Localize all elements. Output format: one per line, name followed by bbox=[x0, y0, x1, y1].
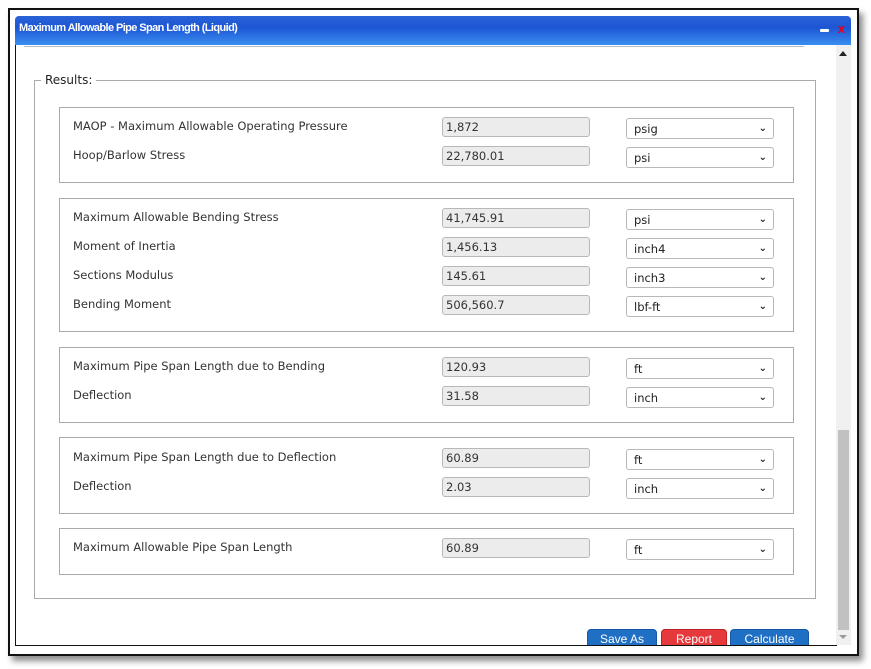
result-group-span-bending: Maximum Pipe Span Length due to Bending … bbox=[59, 347, 794, 423]
max-span-unit-select[interactable]: ft ⌄ bbox=[626, 539, 774, 560]
scrollbar-thumb[interactable] bbox=[838, 430, 849, 630]
selected-unit: lbf-ft bbox=[634, 300, 661, 314]
bending-stress-unit-select[interactable]: psi ⌄ bbox=[626, 209, 774, 230]
chevron-down-icon: ⌄ bbox=[758, 152, 767, 163]
scroll-down-icon[interactable] bbox=[839, 635, 847, 639]
result-row-hoop-stress: Hoop/Barlow Stress 22,780.01 psi ⌄ bbox=[60, 146, 793, 170]
bending-moment-value-field[interactable]: 506,560.7 bbox=[442, 295, 590, 315]
sections-modulus-unit-select[interactable]: inch3 ⌄ bbox=[626, 267, 774, 288]
chevron-down-icon: ⌄ bbox=[758, 483, 767, 494]
chevron-down-icon: ⌄ bbox=[758, 301, 767, 312]
minimize-icon[interactable] bbox=[820, 29, 829, 32]
selected-unit: inch4 bbox=[634, 242, 666, 256]
result-row-bending-stress: Maximum Allowable Bending Stress 41,745.… bbox=[60, 208, 793, 232]
selected-unit: inch bbox=[634, 391, 659, 405]
row-label: Hoop/Barlow Stress bbox=[73, 148, 186, 162]
selected-unit: ft bbox=[634, 543, 643, 557]
row-label: Sections Modulus bbox=[73, 268, 174, 282]
row-label: Deflection bbox=[73, 479, 132, 493]
row-label: Maximum Allowable Pipe Span Length bbox=[73, 540, 293, 554]
deflection-deflection-value-field[interactable]: 2.03 bbox=[442, 477, 590, 497]
result-row-moment-of-inertia: Moment of Inertia 1,456.13 inch4 ⌄ bbox=[60, 237, 793, 261]
save-as-button[interactable]: Save As bbox=[587, 629, 657, 645]
span-deflection-unit-select[interactable]: ft ⌄ bbox=[626, 449, 774, 470]
result-row-deflection-deflection: Deflection 2.03 inch ⌄ bbox=[60, 477, 793, 501]
results-legend: Results: bbox=[45, 73, 93, 87]
title-bar[interactable]: Maximum Allowable Pipe Span Length (Liqu… bbox=[15, 16, 851, 45]
chevron-down-icon: ⌄ bbox=[758, 214, 767, 225]
row-label: Maximum Pipe Span Length due to Deflecti… bbox=[73, 450, 337, 464]
row-label: Deflection bbox=[73, 388, 132, 402]
result-group-max-span: Maximum Allowable Pipe Span Length 60.89… bbox=[59, 528, 794, 575]
deflection-deflection-unit-select[interactable]: inch ⌄ bbox=[626, 478, 774, 499]
moment-of-inertia-value-field[interactable]: 1,456.13 bbox=[442, 237, 590, 257]
result-row-maop: MAOP - Maximum Allowable Operating Press… bbox=[60, 117, 793, 141]
deflection-bending-unit-select[interactable]: inch ⌄ bbox=[626, 387, 774, 408]
selected-unit: ft bbox=[634, 362, 643, 376]
span-bending-value-field[interactable]: 120.93 bbox=[442, 357, 590, 377]
selected-unit: inch bbox=[634, 482, 659, 496]
chevron-down-icon: ⌄ bbox=[758, 544, 767, 555]
scroll-up-icon[interactable] bbox=[839, 51, 847, 56]
chevron-down-icon: ⌄ bbox=[758, 454, 767, 465]
divider bbox=[24, 46, 804, 47]
row-label: Maximum Pipe Span Length due to Bending bbox=[73, 359, 325, 373]
window-title: Maximum Allowable Pipe Span Length (Liqu… bbox=[19, 22, 238, 34]
selected-unit: psi bbox=[634, 151, 651, 165]
selected-unit: psig bbox=[634, 122, 658, 136]
result-row-span-deflection: Maximum Pipe Span Length due to Deflecti… bbox=[60, 448, 793, 472]
report-button[interactable]: Report bbox=[661, 629, 727, 645]
result-row-bending-moment: Bending Moment 506,560.7 lbf-ft ⌄ bbox=[60, 295, 793, 319]
row-label: Moment of Inertia bbox=[73, 239, 176, 253]
chevron-down-icon: ⌄ bbox=[758, 243, 767, 254]
maop-unit-select[interactable]: psig ⌄ bbox=[626, 118, 774, 139]
result-group-pressure: MAOP - Maximum Allowable Operating Press… bbox=[59, 107, 794, 183]
row-label: Bending Moment bbox=[73, 297, 172, 311]
chevron-down-icon: ⌄ bbox=[758, 123, 767, 134]
dialog-content: Results: MAOP - Maximum Allowable Operat… bbox=[15, 45, 837, 646]
result-row-sections-modulus: Sections Modulus 145.61 inch3 ⌄ bbox=[60, 266, 793, 290]
hoop-stress-unit-select[interactable]: psi ⌄ bbox=[626, 147, 774, 168]
selected-unit: ft bbox=[634, 453, 643, 467]
hoop-stress-value-field[interactable]: 22,780.01 bbox=[442, 146, 590, 166]
result-row-span-bending: Maximum Pipe Span Length due to Bending … bbox=[60, 357, 793, 381]
sections-modulus-value-field[interactable]: 145.61 bbox=[442, 266, 590, 286]
chevron-down-icon: ⌄ bbox=[758, 363, 767, 374]
bending-stress-value-field[interactable]: 41,745.91 bbox=[442, 208, 590, 228]
result-group-span-deflection: Maximum Pipe Span Length due to Deflecti… bbox=[59, 437, 794, 514]
vertical-scrollbar[interactable] bbox=[836, 45, 851, 645]
result-row-max-span: Maximum Allowable Pipe Span Length 60.89… bbox=[60, 538, 793, 562]
chevron-down-icon: ⌄ bbox=[758, 392, 767, 403]
span-deflection-value-field[interactable]: 60.89 bbox=[442, 448, 590, 468]
max-span-value-field[interactable]: 60.89 bbox=[442, 538, 590, 558]
bending-moment-unit-select[interactable]: lbf-ft ⌄ bbox=[626, 296, 774, 317]
deflection-bending-value-field[interactable]: 31.58 bbox=[442, 386, 590, 406]
selected-unit: inch3 bbox=[634, 271, 666, 285]
row-label: Maximum Allowable Bending Stress bbox=[73, 210, 279, 224]
chevron-down-icon: ⌄ bbox=[758, 272, 767, 283]
result-group-bending: Maximum Allowable Bending Stress 41,745.… bbox=[59, 198, 794, 332]
close-icon[interactable]: x bbox=[838, 21, 845, 36]
result-row-deflection-bending: Deflection 31.58 inch ⌄ bbox=[60, 386, 793, 410]
span-bending-unit-select[interactable]: ft ⌄ bbox=[626, 358, 774, 379]
moment-of-inertia-unit-select[interactable]: inch4 ⌄ bbox=[626, 238, 774, 259]
maop-value-field[interactable]: 1,872 bbox=[442, 117, 590, 137]
calculate-button[interactable]: Calculate bbox=[730, 629, 809, 645]
selected-unit: psi bbox=[634, 213, 651, 227]
row-label: MAOP - Maximum Allowable Operating Press… bbox=[73, 119, 348, 133]
dialog-window: Maximum Allowable Pipe Span Length (Liqu… bbox=[8, 8, 859, 656]
